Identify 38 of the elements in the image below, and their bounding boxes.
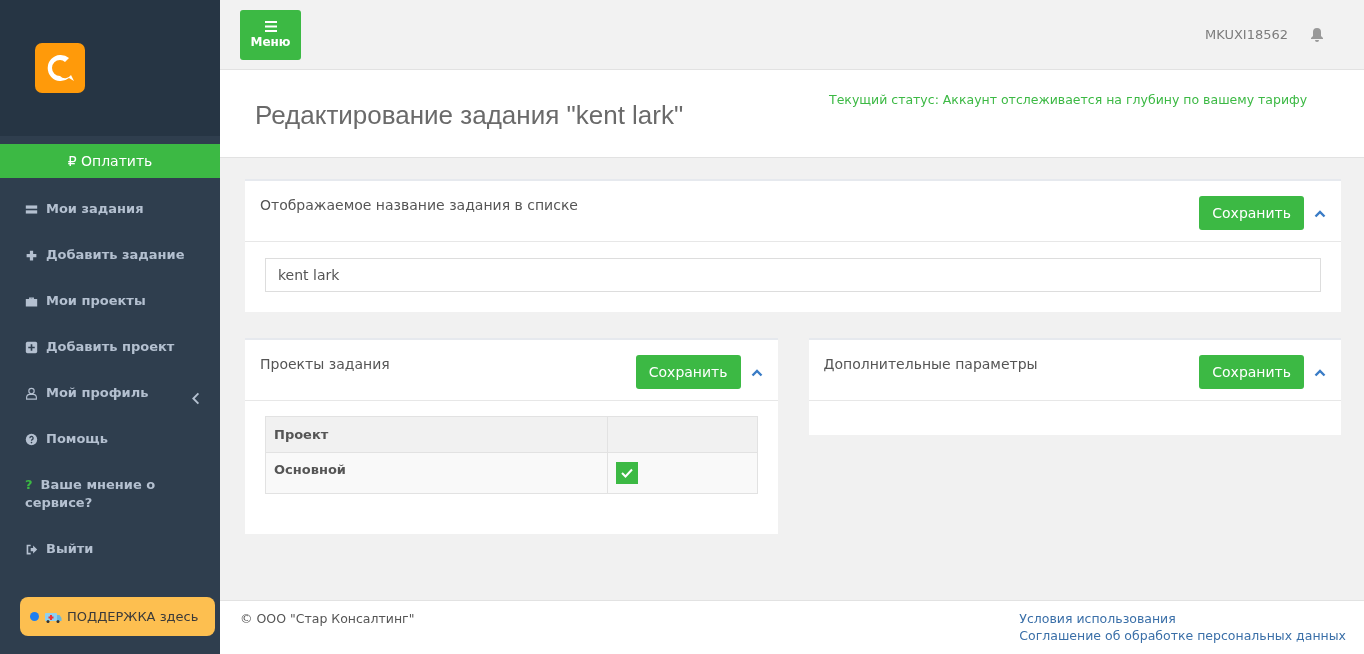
footer-link[interactable]: Соглашение об обработке персональных данных <box>1019 628 1346 643</box>
status-text: Текущий статус: Аккаунт отслеживается на глубину по вашему тарифу <box>829 92 1309 109</box>
panel-title: Дополнительные параметры <box>823 356 1039 372</box>
sidebar-item[interactable]: Мои задания <box>0 186 220 232</box>
sidebar-item[interactable]: Добавить задание <box>0 232 220 278</box>
list-icon <box>25 203 38 216</box>
status-dot-icon <box>30 612 39 621</box>
table-header: Проект <box>265 416 608 453</box>
table-cell: Основной <box>265 452 608 494</box>
check-icon <box>620 468 633 478</box>
username[interactable]: MKUXI18562 <box>1205 27 1288 42</box>
sidebar-item[interactable]: Мои проекты <box>0 278 220 324</box>
page-title: Редактирование задания "kent lark" <box>255 100 684 132</box>
bell-icon[interactable] <box>1310 27 1324 42</box>
input-field[interactable]: kent lark <box>265 258 1321 292</box>
sidebar-item[interactable]: Добавить проект <box>0 324 220 370</box>
sign-out-icon <box>25 543 38 556</box>
plus-square-icon <box>25 341 38 354</box>
panel-title: Отображаемое название задания в списке <box>260 197 579 213</box>
plus-icon <box>25 249 38 262</box>
logo-icon <box>35 43 85 93</box>
collapse-icon[interactable] <box>1314 369 1326 377</box>
sidebar-item[interactable]: Помощь <box>0 416 220 462</box>
ambulance-icon <box>44 610 62 623</box>
panel-title: Проекты задания <box>260 356 391 372</box>
sidebar-item[interactable]: Мой профиль <box>0 370 220 416</box>
sidebar-item[interactable]: Выйти <box>0 526 220 572</box>
copyright-text: © ООО "Стар Консалтинг" <box>240 611 416 628</box>
user-icon <box>25 387 38 400</box>
support-button[interactable]: ПОДДЕРЖКА здесь <box>20 597 215 636</box>
sidebar-item[interactable]: ? Ваше мнение о сервисе? <box>0 462 220 526</box>
footer-link[interactable]: Условия использования <box>1019 611 1346 626</box>
checkbox[interactable] <box>615 462 638 484</box>
briefcase-icon <box>25 295 38 308</box>
menu-icon <box>264 20 277 32</box>
collapse-icon[interactable] <box>1314 210 1326 218</box>
collapse-icon[interactable] <box>750 369 763 377</box>
help-circle-icon <box>25 433 38 446</box>
